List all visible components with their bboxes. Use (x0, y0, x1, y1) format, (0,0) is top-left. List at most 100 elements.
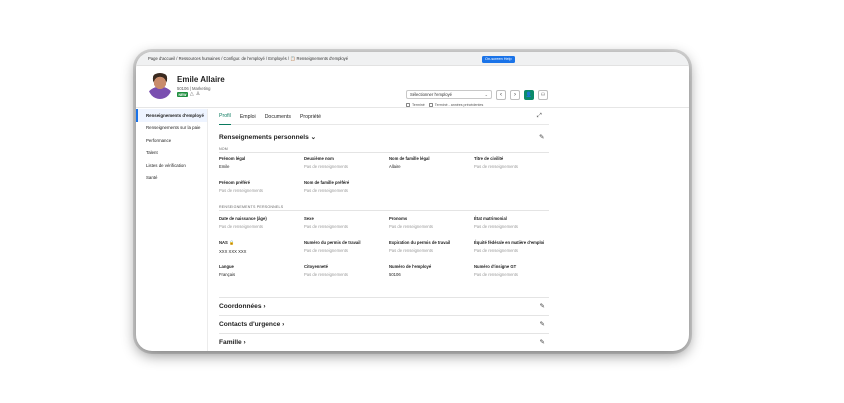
field-value: Pas de renseignements (474, 271, 518, 277)
new-badge: NEW (177, 92, 188, 97)
next-employee-button[interactable]: › (510, 90, 520, 100)
field-citoyennete: Citoyenneté Pas de renseignements (304, 264, 389, 277)
sidebar-item-listes[interactable]: Listes de vérification (136, 159, 207, 172)
main-content: Profil Emploi Documents Propriété ⤢ Rens… (219, 109, 549, 351)
divider (219, 210, 549, 211)
group-label-nom: NOM (219, 147, 228, 151)
field-label: Titre de civilité (474, 156, 504, 161)
section-contacts-urgence-title[interactable]: Contacts d'urgence › (219, 321, 284, 328)
app-window: Page d'accueil / Ressources humaines / C… (136, 52, 689, 351)
field-label: Date de naissance (âge) (219, 216, 267, 221)
sidebar: Renseignements d'employé Renseignements … (136, 109, 208, 351)
field-prenom-legal: Prénom légal Emile (219, 156, 304, 169)
field-label: Numéro de l'employé (389, 264, 432, 269)
field-value: XXX XXX XXX (219, 248, 247, 254)
field-label: Pronoms (389, 216, 408, 221)
sidebar-item-sante[interactable]: Santé (136, 172, 207, 185)
on-screen-help-button[interactable]: On-screen Help (482, 55, 515, 63)
field-value: Allaire (389, 163, 401, 169)
field-label: Prénom légal (219, 156, 246, 161)
field-value: Pas de renseignements (389, 223, 433, 229)
field-numero-permis-travail: Numéro du permis de travail Pas de rense… (304, 240, 389, 253)
divider (219, 152, 549, 153)
breadcrumb: Page d'accueil / Ressources humaines / C… (136, 52, 689, 66)
field-expiration-permis-travail: Expiration du permis de travail Pas de r… (389, 240, 474, 253)
edit-contacts-pencil-icon[interactable]: ✎ (540, 320, 545, 328)
sidebar-item-renseignements-employe[interactable]: Renseignements d'employé (136, 109, 207, 122)
sidebar-item-paie[interactable]: Renseignements sur la paie (136, 122, 207, 135)
person-icon[interactable]: ♙ (196, 92, 200, 97)
field-value: Pas de renseignements (304, 247, 348, 253)
field-pronoms: Pronoms Pas de renseignements (389, 216, 474, 229)
edit-personal-pencil-icon[interactable]: ✎ (539, 133, 544, 141)
field-label: Numéro du permis de travail (304, 240, 361, 245)
field-langue: Langue Français (219, 264, 304, 277)
sidebar-item-performance[interactable]: Performance (136, 134, 207, 147)
field-value: Pas de renseignements (474, 223, 518, 229)
field-nom-famille-prefere: Nom de famille préféré Pas de renseignem… (304, 180, 389, 193)
field-equite-federale: Équité fédérale en matière d'emploi Pas … (474, 240, 559, 253)
employee-header: Emile Allaire 50106 | Marketing NEW △ ♙ … (136, 66, 689, 108)
field-value: Pas de renseignements (389, 247, 433, 253)
field-label: NAS 🔒 (219, 240, 235, 245)
checkbox-box[interactable] (428, 103, 433, 108)
tab-emploi[interactable]: Emploi (240, 109, 256, 125)
tab-propriete[interactable]: Propriété (300, 109, 321, 125)
checkbox-termine-annees[interactable]: Terminé - années précédentes (428, 103, 484, 108)
section-famille[interactable]: Famille › ✎ (219, 333, 549, 351)
field-label: Numéro d'insigne GT (474, 264, 517, 269)
field-value: Pas de renseignements (304, 163, 348, 169)
section-coordonnees[interactable]: Coordonnées › ✎ (219, 297, 549, 315)
field-titre-civilite: Titre de civilité Pas de renseignements (474, 156, 559, 169)
field-value: Pas de renseignements (219, 187, 263, 193)
checkbox-box[interactable] (406, 103, 410, 108)
field-value: Emile (219, 163, 230, 169)
avatar (148, 73, 172, 99)
person-view-button[interactable]: 👤 (524, 90, 534, 100)
field-date-naissance: Date de naissance (âge) Pas de renseigne… (219, 216, 304, 229)
checkbox-termine-label: Terminé (412, 103, 425, 107)
field-numero-employe: Numéro de l'employé 50106 (389, 264, 474, 277)
field-label: Citoyenneté (304, 264, 328, 269)
people-view-button[interactable]: ⚇ (538, 90, 548, 100)
expand-icon[interactable]: ⤢ (537, 113, 542, 120)
field-value: Pas de renseignements (304, 223, 348, 229)
section-personal-label: Renseignements personnels (219, 134, 309, 141)
chevron-down-icon: ⌄ (484, 92, 488, 97)
warning-icon[interactable]: △ (190, 92, 194, 97)
field-numero-insigne-gt: Numéro d'insigne GT Pas de renseignement… (474, 264, 559, 277)
field-label: Langue (219, 264, 234, 269)
previous-employee-button[interactable]: ‹ (496, 90, 506, 100)
field-label: État matrimonial (474, 216, 507, 221)
field-value: 50106 (389, 271, 401, 277)
chevron-down-icon: ⌄ (310, 134, 317, 141)
checkbox-termine-annees-label: Terminé - années précédentes (434, 103, 484, 107)
tab-profil[interactable]: Profil (219, 109, 231, 125)
field-value: Pas de renseignements (474, 163, 518, 169)
tab-bar: Profil Emploi Documents Propriété (219, 109, 549, 125)
field-value: Pas de renseignements (304, 271, 348, 277)
section-famille-title[interactable]: Famille › (219, 339, 246, 346)
employee-name: Emile Allaire (177, 75, 225, 84)
checkbox-termine[interactable]: Terminé (406, 103, 425, 108)
section-contacts-urgence[interactable]: Contacts d'urgence › ✎ (219, 315, 549, 333)
field-sexe: Sexe Pas de renseignements (304, 216, 389, 229)
sidebar-item-talent[interactable]: Talent (136, 147, 207, 160)
field-nas: NAS 🔒 XXX XXX XXX (219, 240, 304, 254)
section-personal-title[interactable]: Renseignements personnels ⌄ (219, 133, 316, 141)
field-label: Sexe (304, 216, 314, 221)
section-coordonnees-title[interactable]: Coordonnées › (219, 303, 266, 310)
field-deuxieme-nom: Deuxième nom Pas de renseignements (304, 156, 389, 169)
field-label: Équité fédérale en matière d'emploi (474, 240, 545, 245)
edit-famille-pencil-icon[interactable]: ✎ (540, 338, 545, 346)
field-value: Pas de renseignements (474, 247, 518, 253)
employee-select-placeholder: Sélectionner l'employé (410, 92, 452, 97)
tab-documents[interactable]: Documents (265, 109, 291, 125)
employee-select[interactable]: Sélectionner l'employé ⌄ (406, 90, 492, 99)
field-value: Pas de renseignements (219, 223, 263, 229)
edit-coordonnees-pencil-icon[interactable]: ✎ (540, 302, 545, 310)
field-label: Nom de famille préféré (304, 180, 350, 185)
field-nom-famille-legal: Nom de famille légal Allaire (389, 156, 474, 169)
breadcrumb-text[interactable]: Page d'accueil / Ressources humaines / C… (148, 56, 348, 62)
field-label: Nom de famille légal (389, 156, 430, 161)
